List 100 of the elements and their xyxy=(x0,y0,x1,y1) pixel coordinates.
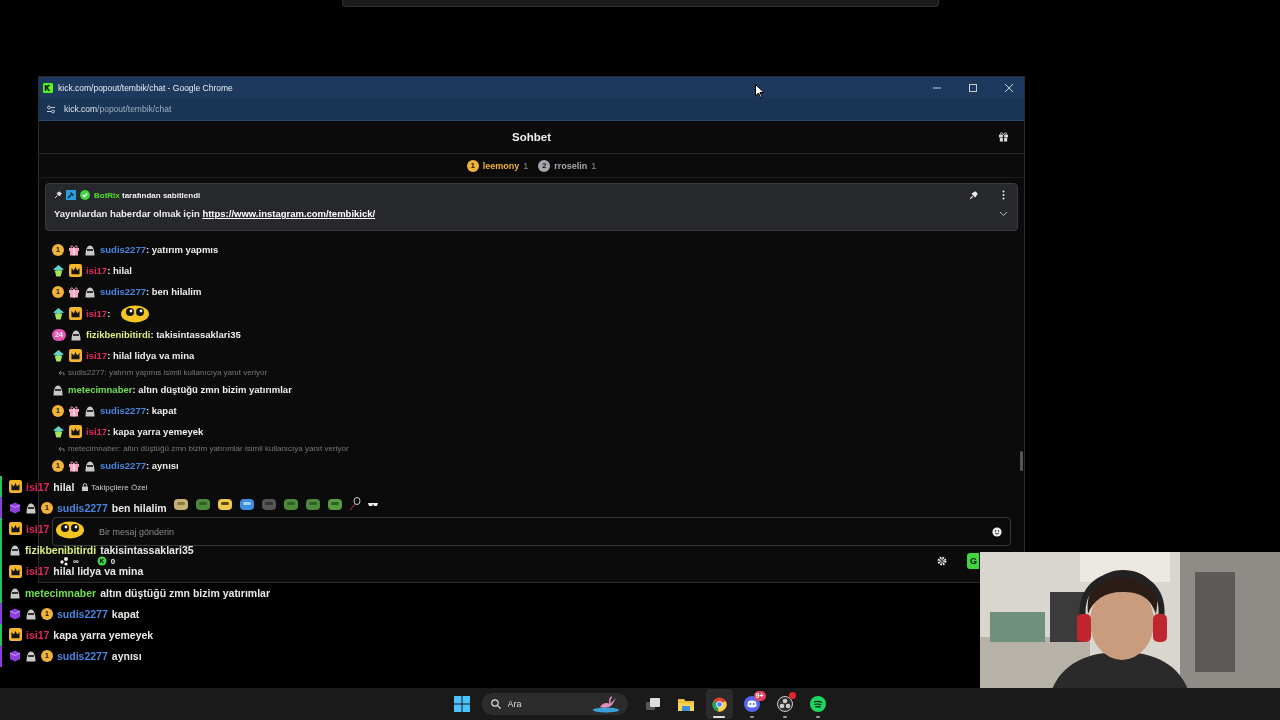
pinned-message: Yayınlardan haberdar olmak için https://www.instagram.com/tembikick/ xyxy=(54,208,376,219)
message-text: : aynısı xyxy=(145,460,179,471)
obs-icon xyxy=(777,696,793,712)
sunglasses-icon xyxy=(367,500,379,508)
chat-title: Sohbet xyxy=(512,131,551,143)
masked-figure-icon xyxy=(25,607,37,620)
windows-logo-icon xyxy=(454,696,470,712)
username: sudis2277 xyxy=(57,501,108,514)
message-text: ben hilalim xyxy=(111,501,167,514)
coin-icon xyxy=(96,556,107,566)
masked-figure-icon xyxy=(84,243,96,256)
masked-figure-icon xyxy=(25,501,37,514)
username: isi17 xyxy=(26,628,50,641)
message-text: : yatırım yapmıs xyxy=(145,244,219,255)
emote-icon xyxy=(239,497,255,511)
username: sudis2277 xyxy=(57,607,108,620)
username[interactable]: sudis2277 xyxy=(100,460,146,471)
emote-icon xyxy=(217,497,233,511)
crown-icon xyxy=(9,522,22,536)
settings-icon xyxy=(937,556,947,566)
leader-name: leemony xyxy=(482,160,520,171)
masked-figure-icon xyxy=(25,650,37,663)
emote-icon xyxy=(120,303,151,323)
crown-icon xyxy=(69,264,82,277)
gift-icon[interactable] xyxy=(998,131,1009,142)
folder-icon xyxy=(678,697,694,711)
more-icon xyxy=(1002,190,1005,200)
gift-icon xyxy=(68,243,80,256)
username[interactable]: sudis2277 xyxy=(100,244,146,255)
crown-icon xyxy=(9,480,22,494)
close-icon xyxy=(1003,82,1014,93)
gem-icon xyxy=(52,425,65,438)
message-text: : kapat xyxy=(145,405,177,416)
message-text: hilal lidya va mina xyxy=(53,565,144,578)
message-text: : hilal lidya va mina xyxy=(107,350,195,361)
bird-icon xyxy=(591,695,620,713)
reply-icon xyxy=(58,369,65,376)
emote-icon xyxy=(195,497,211,511)
pinned-by-text: BotRix tarafından sabitlendi xyxy=(94,190,201,200)
window-title: kick.com/popout/tembik/chat - Google Chrome xyxy=(58,82,233,93)
username: metecimnaber xyxy=(25,586,97,599)
crown-icon xyxy=(69,425,82,438)
reply-icon xyxy=(58,445,65,452)
gift-icon xyxy=(68,404,80,417)
emote-icon xyxy=(305,497,321,511)
reply-text: metecimnaber: altın düştüğü zmn bizim yatırımlar isimli kullanıcıya yanıt veriyor xyxy=(68,444,349,453)
search-icon xyxy=(490,699,501,709)
gift-icon xyxy=(68,285,80,298)
chrome-button[interactable] xyxy=(705,689,733,719)
unpin-button[interactable] xyxy=(969,190,978,200)
cube-icon xyxy=(9,650,21,663)
message-text: kapat xyxy=(111,607,140,620)
username: isi17 xyxy=(26,522,50,535)
site-settings-icon[interactable] xyxy=(46,104,56,114)
masked-figure-icon xyxy=(52,383,64,396)
crown-icon xyxy=(69,306,82,320)
address-text[interactable]: kick.com/popout/tembik/chat xyxy=(64,104,172,114)
lock-icon xyxy=(81,483,89,491)
cube-icon xyxy=(9,607,21,620)
emoji-icon[interactable] xyxy=(992,526,1002,537)
message-field[interactable]: Bir mesaj gönderin xyxy=(52,517,1011,546)
send-button[interactable]: G xyxy=(967,553,979,569)
cube-icon xyxy=(9,501,21,514)
pin-icon xyxy=(54,191,62,199)
gem-icon xyxy=(52,306,65,320)
masked-figure-icon xyxy=(70,328,82,341)
emote-icon xyxy=(327,497,343,511)
instagram-link[interactable]: https://www.instagram.com/tembikick/ xyxy=(202,208,376,219)
reply-text: sudis2277: yatırım yapmıs isimli kullanıcıya yanıt veriyor xyxy=(68,368,268,377)
search-field[interactable]: Ara xyxy=(481,693,628,715)
chrome-icon xyxy=(711,696,727,712)
windows-stack-icon xyxy=(646,697,660,711)
users-icon xyxy=(59,556,69,566)
message-text: : hilal xyxy=(107,265,132,276)
message-text: : altın düştüğü zmn bizim yatırımlar xyxy=(132,384,292,395)
kick-logo-icon xyxy=(43,82,53,93)
hammer-icon xyxy=(66,190,76,200)
emote-icon xyxy=(283,497,299,511)
verified-icon xyxy=(80,190,90,200)
message-text: kapa yarra yemeyek xyxy=(53,628,154,641)
username[interactable]: sudis2277 xyxy=(100,286,146,297)
gift-icon xyxy=(68,459,80,472)
masked-figure-icon xyxy=(9,586,21,599)
message-text: : xyxy=(107,307,111,319)
username[interactable]: sudis2277 xyxy=(100,405,146,416)
crown-icon xyxy=(69,349,82,362)
spotify-icon xyxy=(810,696,826,712)
expand-button[interactable] xyxy=(999,210,1008,217)
masked-figure-icon xyxy=(84,285,96,298)
maximize-icon xyxy=(967,82,978,93)
crown-icon xyxy=(9,564,22,578)
settings-button[interactable] xyxy=(937,556,947,566)
leader-count: 1 xyxy=(523,160,529,171)
username: isi17 xyxy=(26,480,50,493)
masked-figure-icon xyxy=(84,459,96,472)
gem-icon xyxy=(52,349,65,362)
more-button[interactable] xyxy=(1002,190,1005,200)
message-text: hilal xyxy=(53,480,75,493)
leader-count: 1 xyxy=(591,160,597,171)
scrollbar[interactable] xyxy=(1020,451,1023,471)
